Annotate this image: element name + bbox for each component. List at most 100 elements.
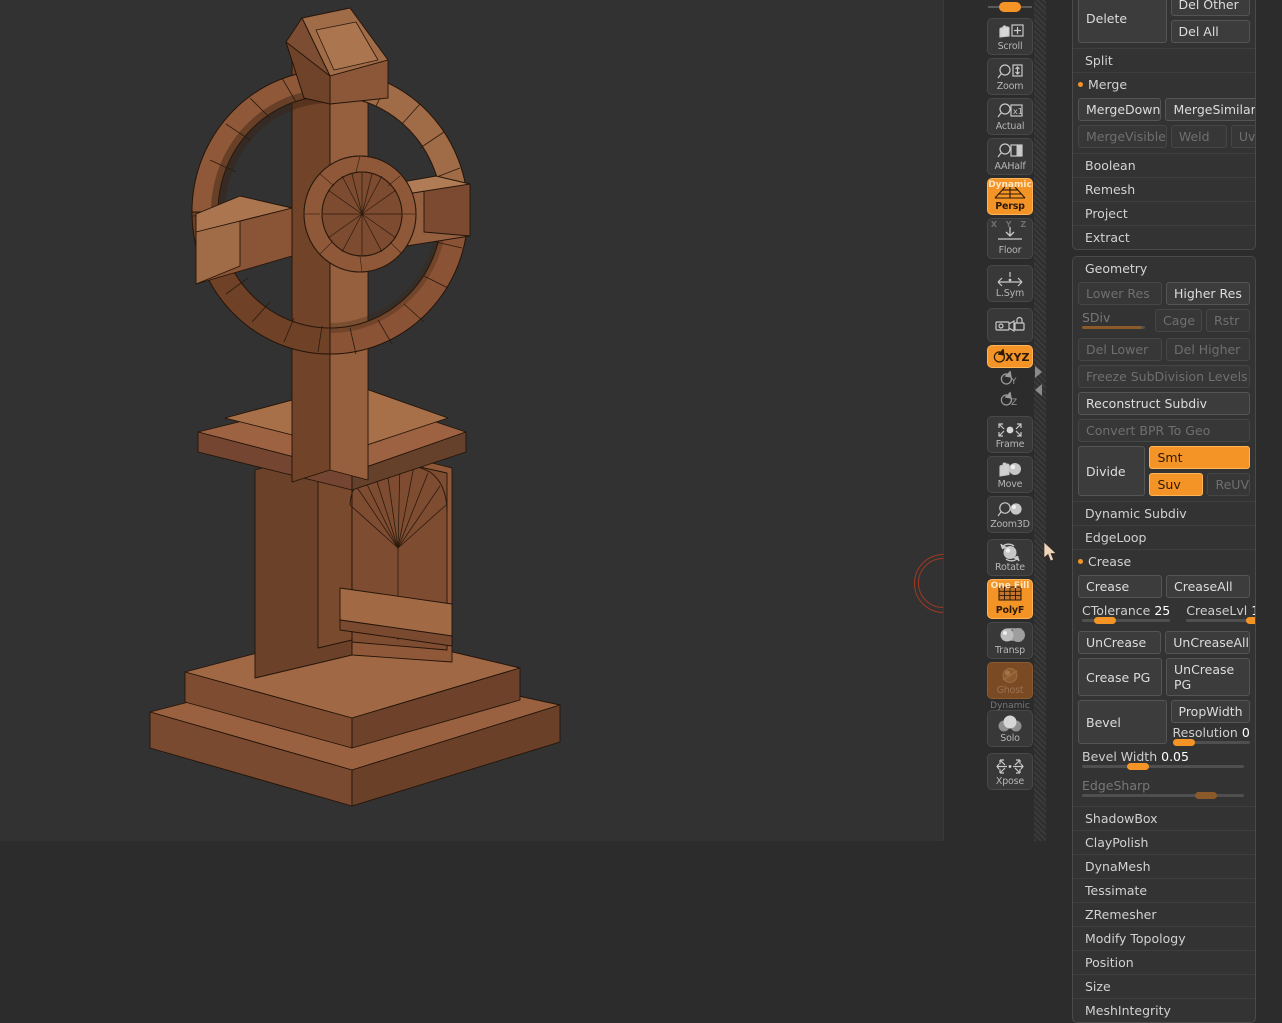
zoom-button[interactable]: Zoom xyxy=(987,58,1033,95)
del-other-button[interactable]: Del Other xyxy=(1170,0,1250,16)
weld-button[interactable]: Weld xyxy=(1170,125,1227,148)
lsym-button[interactable]: L.Sym xyxy=(987,265,1033,302)
rstr-button[interactable]: Rstr xyxy=(1206,309,1250,332)
grip-arrow-right-icon[interactable] xyxy=(1035,366,1042,378)
ctolerance-knob[interactable] xyxy=(1094,617,1117,624)
resolution-slider[interactable]: Resolution 0 xyxy=(1171,725,1250,746)
polyframe-button[interactable]: One Fill PolyF xyxy=(987,579,1033,619)
frame-label: Frame xyxy=(995,439,1025,450)
rotate-z-button[interactable]: Z xyxy=(987,391,1033,410)
shadowbox-item[interactable]: ShadowBox xyxy=(1073,807,1255,830)
xpose-button[interactable]: Xpose xyxy=(987,753,1033,790)
bevel-row: Bevel PropWidth Resolution 0 xyxy=(1073,698,1255,746)
viewport-canvas[interactable] xyxy=(0,0,944,841)
panel-resize-grip[interactable] xyxy=(1034,0,1046,841)
creaselvl-slider[interactable]: CreaseLvl15 xyxy=(1180,602,1255,627)
edge-sharp-knob[interactable] xyxy=(1195,792,1218,799)
del-all-button[interactable]: Del All xyxy=(1170,20,1250,43)
solo-button[interactable]: Solo xyxy=(987,710,1033,747)
uncrease-all-button[interactable]: UnCreaseAll xyxy=(1165,631,1250,654)
crease-all-button[interactable]: CreaseAll xyxy=(1166,575,1250,598)
divide-button[interactable]: Divide xyxy=(1078,446,1146,496)
camera-lock-button[interactable] xyxy=(987,308,1033,342)
mergesimilar-button[interactable]: MergeSimilar xyxy=(1165,98,1255,121)
merge-item[interactable]: Merge xyxy=(1073,73,1255,96)
reconstruct-subdiv-button[interactable]: Reconstruct Subdiv xyxy=(1078,392,1250,415)
actual-button[interactable]: x1 Actual xyxy=(987,98,1033,135)
del-lower-button[interactable]: Del Lower xyxy=(1078,338,1162,361)
bevel-width-knob[interactable] xyxy=(1127,763,1150,770)
crease-sliders-row: CTolerance25 CreaseLvl15 xyxy=(1073,600,1255,629)
crease-section-label: Crease xyxy=(1088,554,1132,569)
zoom3d-button[interactable]: Zoom3D xyxy=(987,496,1033,533)
extract-item[interactable]: Extract xyxy=(1073,226,1255,249)
uncrease-pg-button[interactable]: UnCrease PG xyxy=(1166,658,1250,696)
claypolish-item[interactable]: ClayPolish xyxy=(1073,831,1255,854)
xyz-rotate-button[interactable]: XYZ xyxy=(987,345,1033,368)
merge-visible-row: MergeVisible Weld Uv xyxy=(1073,123,1255,150)
rotate-button[interactable]: Rotate xyxy=(987,539,1033,576)
scroll-button[interactable]: Scroll xyxy=(987,18,1033,55)
dynamic-subdiv-item[interactable]: Dynamic Subdiv xyxy=(1073,502,1255,525)
split-item[interactable]: Split xyxy=(1073,49,1255,72)
xpose-arrows-icon xyxy=(988,757,1032,777)
edgeloop-item[interactable]: EdgeLoop xyxy=(1073,526,1255,549)
uv-button[interactable]: Uv xyxy=(1230,125,1255,148)
freeze-subdivision-button[interactable]: Freeze SubDivision Levels xyxy=(1078,365,1250,388)
edge-sharp-label: EdgeSharp xyxy=(1082,778,1151,793)
suv-button[interactable]: Suv xyxy=(1149,473,1204,496)
modify-topology-item[interactable]: Modify Topology xyxy=(1073,927,1255,950)
persp-button[interactable]: Dynamic Persp xyxy=(987,178,1033,215)
aahalf-button[interactable]: AAHalf xyxy=(987,138,1033,175)
convert-bpr-button[interactable]: Convert BPR To Geo xyxy=(1078,419,1250,442)
creaselvl-knob[interactable] xyxy=(1246,617,1255,624)
rotate-y-button[interactable]: Y xyxy=(987,370,1033,389)
bevel-width-slider[interactable]: Bevel Width 0.05 xyxy=(1078,748,1250,773)
dynamesh-item[interactable]: DynaMesh xyxy=(1073,855,1255,878)
reuv-button[interactable]: ReUV xyxy=(1207,473,1250,496)
freeze-row: Freeze SubDivision Levels xyxy=(1073,363,1255,390)
crease-pg-button[interactable]: Crease PG xyxy=(1078,658,1162,696)
frame-button[interactable]: Frame xyxy=(987,416,1033,453)
ctolerance-slider[interactable]: CTolerance 25 xyxy=(1078,602,1176,627)
grip-arrow-left-icon[interactable] xyxy=(1035,384,1042,396)
uncrease-button[interactable]: UnCrease xyxy=(1078,631,1162,654)
sdiv-slider[interactable]: SDiv xyxy=(1078,309,1151,334)
mergevisible-button[interactable]: MergeVisible xyxy=(1078,125,1167,148)
dynamesh-row: DynaMesh xyxy=(1073,854,1255,878)
move-button[interactable]: Move xyxy=(987,456,1033,493)
bevel-button[interactable]: Bevel xyxy=(1078,700,1167,744)
magnifier-updown-icon xyxy=(988,62,1032,82)
propwidth-button[interactable]: PropWidth xyxy=(1170,700,1250,723)
edge-sharp-slider[interactable]: EdgeSharp xyxy=(1078,777,1250,802)
crease-button[interactable]: Crease xyxy=(1078,575,1162,598)
bevel-width-row: Bevel Width 0.05 xyxy=(1073,746,1255,775)
crease-section-item[interactable]: Crease xyxy=(1073,550,1255,573)
size-item[interactable]: Size xyxy=(1073,975,1255,998)
transp-button[interactable]: Transp xyxy=(987,622,1033,659)
ghost-button[interactable]: Ghost xyxy=(987,662,1033,699)
model-celtic-cross-monument xyxy=(149,7,561,807)
cage-button[interactable]: Cage xyxy=(1155,309,1202,332)
smt-button[interactable]: Smt xyxy=(1149,446,1250,469)
floor-button[interactable]: X Y Z Floor xyxy=(987,218,1033,259)
geometry-title: Geometry xyxy=(1085,261,1148,276)
toolbar-top-slider[interactable] xyxy=(984,0,1036,14)
lower-res-button[interactable]: Lower Res xyxy=(1078,282,1162,305)
higher-res-button[interactable]: Higher Res xyxy=(1166,282,1250,305)
edgeloop-row: EdgeLoop xyxy=(1073,525,1255,549)
remesh-item[interactable]: Remesh xyxy=(1073,178,1255,201)
mergedown-button[interactable]: MergeDown xyxy=(1078,98,1162,121)
tessimate-item[interactable]: Tessimate xyxy=(1073,879,1255,902)
del-higher-button[interactable]: Del Higher xyxy=(1166,338,1250,361)
shadowbox-row: ShadowBox xyxy=(1073,806,1255,830)
rotate-label: Rotate xyxy=(995,562,1025,573)
mesh-integrity-item[interactable]: MeshIntegrity xyxy=(1073,999,1255,1022)
resolution-knob[interactable] xyxy=(1172,739,1195,746)
boolean-item[interactable]: Boolean xyxy=(1073,154,1255,177)
zremesher-item[interactable]: ZRemesher xyxy=(1073,903,1255,926)
slider-knob[interactable] xyxy=(999,2,1021,12)
position-item[interactable]: Position xyxy=(1073,951,1255,974)
project-item[interactable]: Project xyxy=(1073,202,1255,225)
delete-button[interactable]: Delete xyxy=(1078,0,1167,43)
